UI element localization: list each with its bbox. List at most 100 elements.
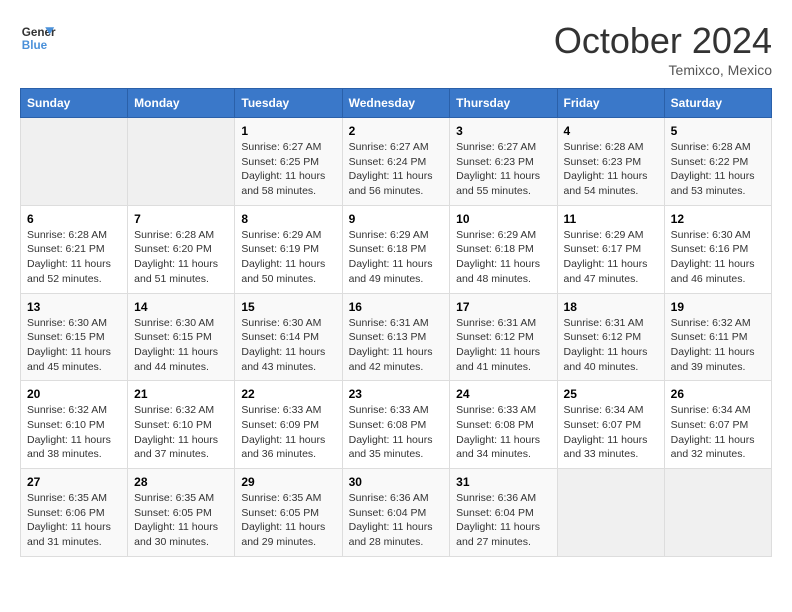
day-info: Sunrise: 6:29 AM Sunset: 6:19 PM Dayligh… [241, 228, 335, 287]
day-number: 27 [27, 475, 121, 489]
day-info: Sunrise: 6:28 AM Sunset: 6:22 PM Dayligh… [671, 140, 765, 199]
day-info: Sunrise: 6:29 AM Sunset: 6:18 PM Dayligh… [456, 228, 550, 287]
day-number: 17 [456, 300, 550, 314]
calendar-cell: 7Sunrise: 6:28 AM Sunset: 6:20 PM Daylig… [128, 205, 235, 293]
calendar-cell: 9 Sunrise: 6:29 AM Sunset: 6:18 PM Daylig… [342, 205, 450, 293]
calendar-cell: 23 Sunrise: 6:33 AM Sunset: 6:08 PM Dayli… [342, 381, 450, 469]
calendar-cell: 4Sunrise: 6:28 AM Sunset: 6:23 PM Daylig… [557, 118, 664, 206]
day-info: Sunrise: 6:28 AM Sunset: 6:20 PM Dayligh… [134, 228, 228, 287]
logo: General Blue [20, 20, 56, 56]
day-info: Sunrise: 6:30 AM Sunset: 6:16 PM Dayligh… [671, 228, 765, 287]
day-info: Sunrise: 6:33 AM Sunset: 6:08 PM Dayligh… [349, 403, 444, 462]
weekday-header-wednesday: Wednesday [342, 89, 450, 118]
calendar-cell: 20 Sunrise: 6:32 AM Sunset: 6:10 PM Dayli… [21, 381, 128, 469]
day-number: 14 [134, 300, 228, 314]
day-number: 16 [349, 300, 444, 314]
day-info: Sunrise: 6:31 AM Sunset: 6:12 PM Dayligh… [456, 316, 550, 375]
calendar-cell: 25 Sunrise: 6:34 AM Sunset: 6:07 PM Dayli… [557, 381, 664, 469]
calendar-cell: 15 Sunrise: 6:30 AM Sunset: 6:14 PM Dayli… [235, 293, 342, 381]
day-number: 11 [564, 212, 658, 226]
day-number: 24 [456, 387, 550, 401]
day-info: Sunrise: 6:28 AM Sunset: 6:23 PM Dayligh… [564, 140, 658, 199]
day-number: 6 [27, 212, 121, 226]
weekday-header-saturday: Saturday [664, 89, 771, 118]
calendar-cell: 28Sunrise: 6:35 AM Sunset: 6:05 PM Dayli… [128, 469, 235, 557]
svg-text:Blue: Blue [22, 39, 48, 52]
location-subtitle: Temixco, Mexico [554, 62, 772, 78]
day-number: 5 [671, 124, 765, 138]
day-info: Sunrise: 6:27 AM Sunset: 6:25 PM Dayligh… [241, 140, 335, 199]
weekday-header-tuesday: Tuesday [235, 89, 342, 118]
calendar-cell: 1 Sunrise: 6:27 AM Sunset: 6:25 PM Daylig… [235, 118, 342, 206]
day-info: Sunrise: 6:29 AM Sunset: 6:18 PM Dayligh… [349, 228, 444, 287]
calendar-cell: 8 Sunrise: 6:29 AM Sunset: 6:19 PM Daylig… [235, 205, 342, 293]
day-info: Sunrise: 6:30 AM Sunset: 6:14 PM Dayligh… [241, 316, 335, 375]
calendar-cell: 12 Sunrise: 6:30 AM Sunset: 6:16 PM Dayli… [664, 205, 771, 293]
calendar-cell [557, 469, 664, 557]
day-number: 31 [456, 475, 550, 489]
calendar-cell: 13Sunrise: 6:30 AM Sunset: 6:15 PM Dayli… [21, 293, 128, 381]
day-number: 15 [241, 300, 335, 314]
calendar-cell: 22 Sunrise: 6:33 AM Sunset: 6:09 PM Dayli… [235, 381, 342, 469]
day-number: 21 [134, 387, 228, 401]
day-info: Sunrise: 6:34 AM Sunset: 6:07 PM Dayligh… [671, 403, 765, 462]
calendar-cell: 24 Sunrise: 6:33 AM Sunset: 6:08 PM Dayli… [450, 381, 557, 469]
day-number: 9 [349, 212, 444, 226]
day-number: 10 [456, 212, 550, 226]
calendar-cell: 18Sunrise: 6:31 AM Sunset: 6:12 PM Dayli… [557, 293, 664, 381]
calendar-cell: 29 Sunrise: 6:35 AM Sunset: 6:05 PM Dayli… [235, 469, 342, 557]
day-number: 12 [671, 212, 765, 226]
page-header: General Blue October 2024 Temixco, Mexic… [20, 20, 772, 78]
calendar-cell: 11 Sunrise: 6:29 AM Sunset: 6:17 PM Dayli… [557, 205, 664, 293]
day-number: 2 [349, 124, 444, 138]
day-info: Sunrise: 6:28 AM Sunset: 6:21 PM Dayligh… [27, 228, 121, 287]
calendar-week-row: 1 Sunrise: 6:27 AM Sunset: 6:25 PM Daylig… [21, 118, 772, 206]
weekday-header-friday: Friday [557, 89, 664, 118]
calendar-cell [128, 118, 235, 206]
day-info: Sunrise: 6:27 AM Sunset: 6:24 PM Dayligh… [349, 140, 444, 199]
calendar-cell: 6 Sunrise: 6:28 AM Sunset: 6:21 PM Daylig… [21, 205, 128, 293]
day-number: 20 [27, 387, 121, 401]
calendar-week-row: 13Sunrise: 6:30 AM Sunset: 6:15 PM Dayli… [21, 293, 772, 381]
day-info: Sunrise: 6:35 AM Sunset: 6:05 PM Dayligh… [241, 491, 335, 550]
day-number: 1 [241, 124, 335, 138]
calendar-cell: 27 Sunrise: 6:35 AM Sunset: 6:06 PM Dayli… [21, 469, 128, 557]
day-info: Sunrise: 6:36 AM Sunset: 6:04 PM Dayligh… [456, 491, 550, 550]
day-info: Sunrise: 6:32 AM Sunset: 6:10 PM Dayligh… [27, 403, 121, 462]
calendar-cell: 16 Sunrise: 6:31 AM Sunset: 6:13 PM Dayli… [342, 293, 450, 381]
day-info: Sunrise: 6:33 AM Sunset: 6:09 PM Dayligh… [241, 403, 335, 462]
calendar-cell: 2 Sunrise: 6:27 AM Sunset: 6:24 PM Daylig… [342, 118, 450, 206]
day-info: Sunrise: 6:35 AM Sunset: 6:05 PM Dayligh… [134, 491, 228, 550]
day-info: Sunrise: 6:32 AM Sunset: 6:11 PM Dayligh… [671, 316, 765, 375]
calendar-week-row: 27 Sunrise: 6:35 AM Sunset: 6:06 PM Dayli… [21, 469, 772, 557]
calendar-cell: 3 Sunrise: 6:27 AM Sunset: 6:23 PM Daylig… [450, 118, 557, 206]
weekday-header-monday: Monday [128, 89, 235, 118]
month-title: October 2024 [554, 20, 772, 62]
day-number: 29 [241, 475, 335, 489]
calendar-cell: 17 Sunrise: 6:31 AM Sunset: 6:12 PM Dayli… [450, 293, 557, 381]
weekday-header-sunday: Sunday [21, 89, 128, 118]
day-info: Sunrise: 6:29 AM Sunset: 6:17 PM Dayligh… [564, 228, 658, 287]
calendar-cell: 26Sunrise: 6:34 AM Sunset: 6:07 PM Dayli… [664, 381, 771, 469]
calendar-week-row: 6 Sunrise: 6:28 AM Sunset: 6:21 PM Daylig… [21, 205, 772, 293]
day-number: 3 [456, 124, 550, 138]
calendar-cell: 21Sunrise: 6:32 AM Sunset: 6:10 PM Dayli… [128, 381, 235, 469]
day-info: Sunrise: 6:27 AM Sunset: 6:23 PM Dayligh… [456, 140, 550, 199]
day-info: Sunrise: 6:35 AM Sunset: 6:06 PM Dayligh… [27, 491, 121, 550]
day-number: 25 [564, 387, 658, 401]
day-info: Sunrise: 6:30 AM Sunset: 6:15 PM Dayligh… [134, 316, 228, 375]
calendar-cell: 14 Sunrise: 6:30 AM Sunset: 6:15 PM Dayli… [128, 293, 235, 381]
calendar-week-row: 20 Sunrise: 6:32 AM Sunset: 6:10 PM Dayli… [21, 381, 772, 469]
day-info: Sunrise: 6:33 AM Sunset: 6:08 PM Dayligh… [456, 403, 550, 462]
day-number: 8 [241, 212, 335, 226]
calendar-table: SundayMondayTuesdayWednesdayThursdayFrid… [20, 88, 772, 557]
day-number: 19 [671, 300, 765, 314]
calendar-cell [21, 118, 128, 206]
day-info: Sunrise: 6:34 AM Sunset: 6:07 PM Dayligh… [564, 403, 658, 462]
day-info: Sunrise: 6:31 AM Sunset: 6:13 PM Dayligh… [349, 316, 444, 375]
calendar-cell [664, 469, 771, 557]
day-info: Sunrise: 6:30 AM Sunset: 6:15 PM Dayligh… [27, 316, 121, 375]
day-number: 23 [349, 387, 444, 401]
calendar-cell: 10 Sunrise: 6:29 AM Sunset: 6:18 PM Dayli… [450, 205, 557, 293]
day-number: 22 [241, 387, 335, 401]
